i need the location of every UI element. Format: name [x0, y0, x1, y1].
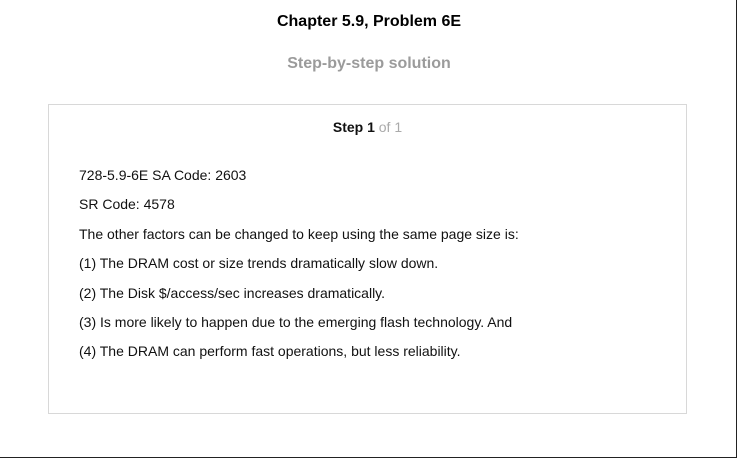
step-label: Step 1: [332, 119, 375, 135]
step-total: of 1: [378, 119, 403, 135]
solution-line: 728-5.9-6E SA Code: 2603: [79, 167, 247, 183]
solution-subtitle: Step-by-step solution: [287, 55, 451, 72]
step-header: Step 1 of 1: [49, 118, 686, 136]
solution-line: (1) The DRAM cost or size trends dramati…: [79, 255, 439, 272]
chapter-title: Chapter 5.9, Problem 6E: [276, 13, 462, 30]
solution-line: (4) The DRAM can perform fast operations…: [79, 343, 461, 360]
solution-line: The other factors can be changed to keep…: [79, 225, 519, 242]
step-card: Step 1 of 1 728-5.9-6E SA Code: 2603 SR …: [48, 104, 687, 414]
step-content: 728-5.9-6E SA Code: 2603 SR Code: 4578 T…: [79, 166, 669, 372]
solution-line: (3) Is more likely to happen due to the …: [79, 313, 513, 330]
solution-line: (2) The Disk $/access/sec increases dram…: [79, 284, 386, 301]
solution-line: SR Code: 4578: [79, 196, 175, 213]
